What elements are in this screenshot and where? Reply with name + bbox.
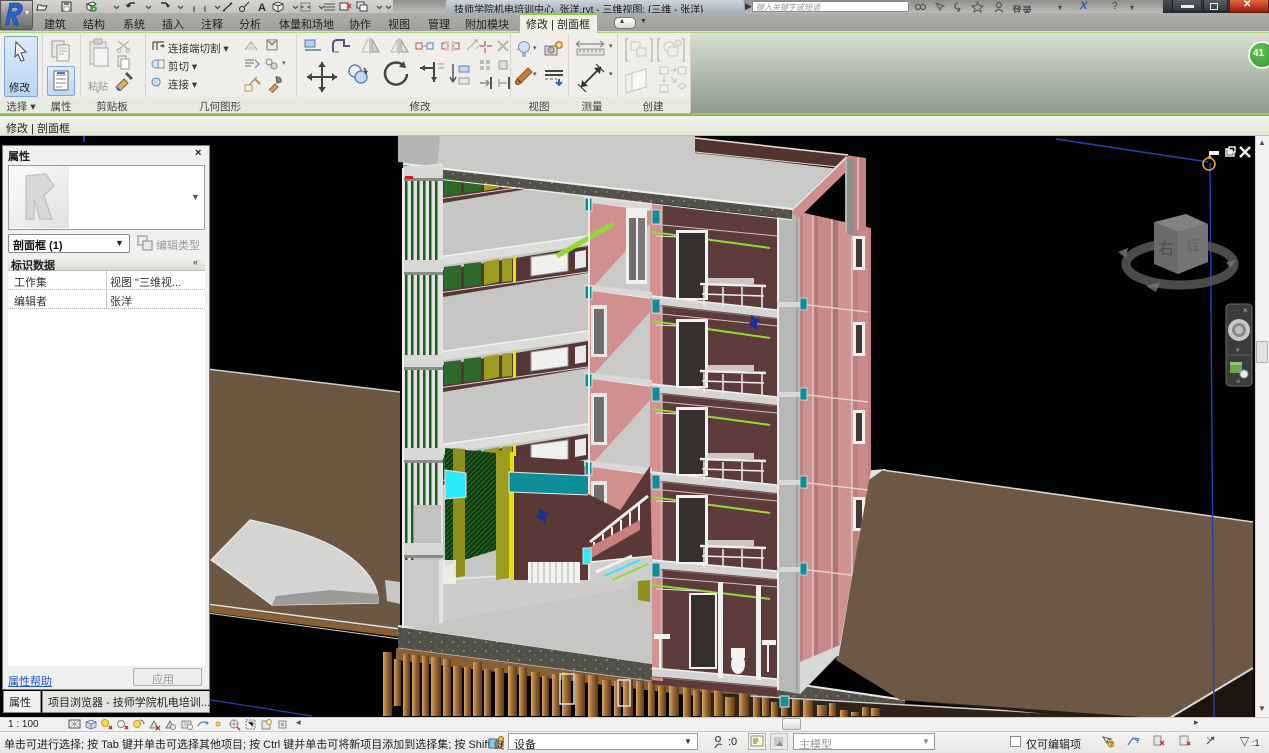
svg-text:右: 右	[1158, 240, 1174, 258]
svg-text:▾: ▾	[1236, 347, 1240, 354]
svg-text:≡: ≡	[1236, 379, 1240, 386]
svg-text:后: 后	[1186, 238, 1199, 253]
svg-text:A: A	[258, 2, 266, 13]
svg-text:×: ×	[1243, 306, 1248, 315]
